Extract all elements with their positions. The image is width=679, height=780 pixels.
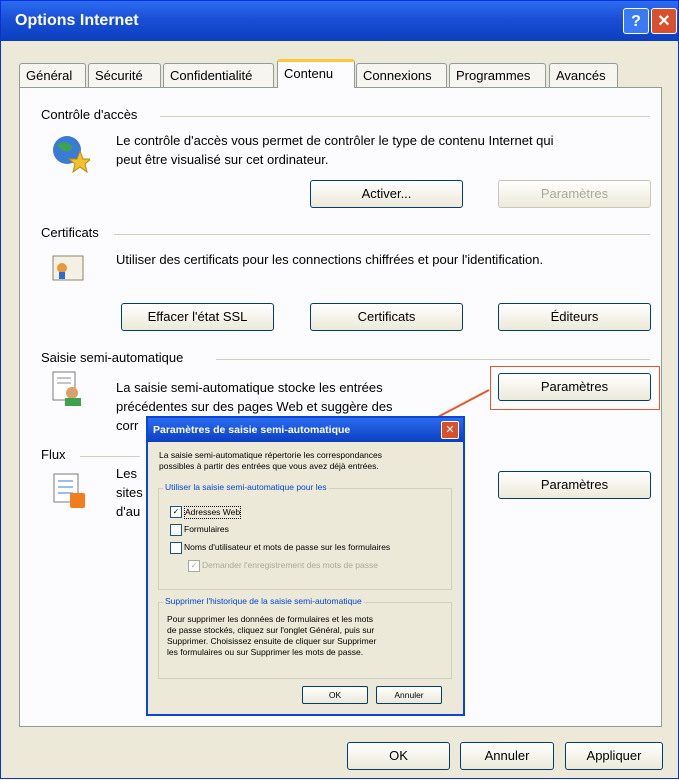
history-text-2: de passe stockés, cliquez sur l'onglet G… <box>167 625 375 635</box>
dialog-ok-button[interactable]: OK <box>302 686 368 704</box>
autocomplete-settings-dialog: Paramètres de saisie semi-automatique ✕ … <box>146 416 465 716</box>
group1-legend: Utiliser la saisie semi-automatique pour… <box>163 482 329 492</box>
formulaires-label[interactable]: Formulaires <box>184 524 229 535</box>
use-autocomplete-group <box>158 488 452 590</box>
dialog-title: Paramètres de saisie semi-automatique <box>148 418 463 442</box>
history-text-4: les formulaires ou sur Supprimer les mot… <box>167 647 364 657</box>
dialog-intro-1: La saisie semi-automatique répertorie le… <box>159 450 383 460</box>
history-text-3: Supprimer. Choisissez ensuite de cliquer… <box>167 636 377 646</box>
demander-label: Demander l'enregistrement des mots de pa… <box>202 560 378 570</box>
adresses-web-label[interactable]: Adresses Web <box>184 506 242 519</box>
noms-utilisateur-label[interactable]: Noms d'utilisateur et mots de passe sur … <box>184 542 390 553</box>
noms-utilisateur-checkbox[interactable] <box>170 542 182 554</box>
tab-contenu[interactable]: Contenu <box>277 59 355 88</box>
group2-legend: Supprimer l'historique de la saisie semi… <box>163 596 364 606</box>
demander-checkbox: ✓ <box>188 560 200 572</box>
adresses-web-checkbox[interactable]: ✓ <box>170 506 182 518</box>
options-internet-window: Options Internet ? ✕ Général Sécurité Co… <box>0 0 679 779</box>
dialog-annuler-button[interactable]: Annuler <box>376 686 442 704</box>
history-text-1: Pour supprimer les données de formulaire… <box>167 614 373 624</box>
dialog-intro-2: possibles à partir des entrées que vous … <box>159 461 379 471</box>
dialog-close-button[interactable]: ✕ <box>441 421 459 439</box>
formulaires-checkbox[interactable] <box>170 524 182 536</box>
